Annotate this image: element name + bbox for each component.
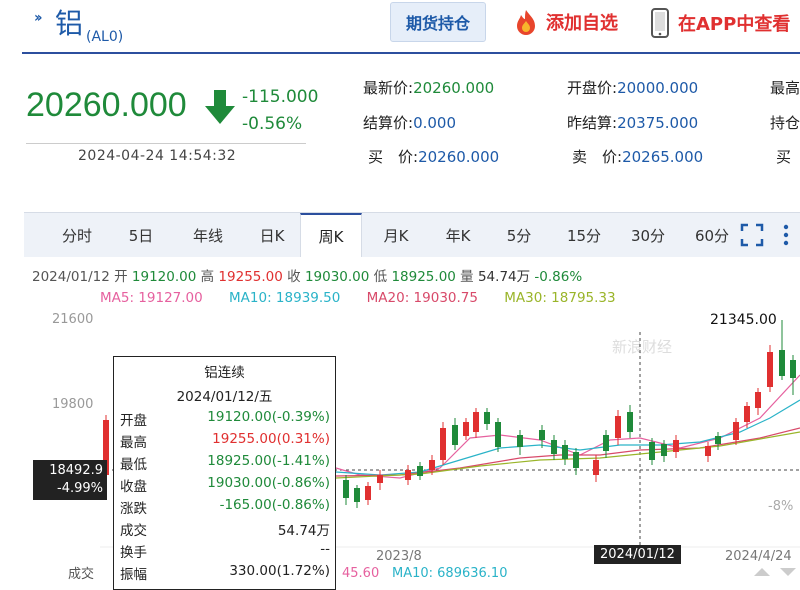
crosshair-date-label: 2024/01/12 <box>594 545 681 564</box>
crosshair-price-label: 18492.9 -4.99% <box>33 460 107 500</box>
collapse-up-icon[interactable] <box>754 568 770 576</box>
volume-ma5-value: 45.60 <box>342 566 379 581</box>
tooltip-row-label: 最低 <box>120 457 147 473</box>
tooltip-row-value: 19120.00(-0.39%) <box>207 409 330 425</box>
view-in-app-button[interactable]: 在APP中查看 <box>650 8 790 38</box>
settle-price-field: 结算价:0.000 <box>363 114 457 132</box>
tab-intraday[interactable]: 分时 <box>52 213 102 257</box>
y-tick-21600: 21600 <box>52 312 93 327</box>
tooltip-row: 开盘 19120.00(-0.39%) <box>120 409 330 431</box>
tooltip-row-value: 19255.00(0.31%) <box>212 431 330 447</box>
tooltip-row: 涨跌 -165.00(-0.86%) <box>120 497 330 519</box>
prev-settle-field: 昨结算:20375.000 <box>567 114 699 132</box>
tooltip-date: 2024/01/12/五 <box>176 389 273 405</box>
tooltip-row-value: 54.74万 <box>277 523 330 539</box>
tooltip-row-label: 最高 <box>120 435 147 451</box>
tooltip-title: 铝连续 <box>204 365 245 381</box>
tooltip-row-label: 收盘 <box>120 479 147 495</box>
high-field: 最高 <box>770 79 800 97</box>
ma10-line <box>335 399 800 476</box>
x-label-2023-8: 2023/8 <box>376 549 422 564</box>
header: ›› 铝 (AL0) 期货持仓 添加自选 在APP中查看 <box>0 0 800 52</box>
timestamp-divider <box>26 143 306 144</box>
tooltip-row: 收盘 19030.00(-0.86%) <box>120 475 330 497</box>
futures-position-button[interactable]: 期货持仓 <box>390 2 486 42</box>
right-pct-label: -8% <box>768 499 793 514</box>
tab-15min[interactable]: 15分 <box>558 213 610 257</box>
change-value: -115.000 <box>242 87 319 107</box>
arrow-down-icon <box>205 90 235 124</box>
watermark: 新浪财经 <box>612 338 672 356</box>
flame-icon <box>517 10 535 35</box>
tooltip-row: 最低 18925.00(-1.41%) <box>120 453 330 475</box>
contract-code: (AL0) <box>86 29 124 45</box>
tab-30min[interactable]: 30分 <box>622 213 674 257</box>
tooltip-row: 成交 54.74万 <box>120 519 330 541</box>
tooltip-row: 换手 -- <box>120 541 330 563</box>
collapse-down-icon[interactable] <box>780 568 796 576</box>
more-options-icon[interactable] <box>780 223 792 247</box>
y-tick-19800: 19800 <box>52 397 93 412</box>
candle-tooltip: 铝连续 2024/01/12/五 开盘 19120.00(-0.39%) 最高 192… <box>113 356 336 590</box>
tooltip-row: 最高 19255.00(0.31%) <box>120 431 330 453</box>
tab-monthly-k[interactable]: 月K <box>368 213 424 257</box>
ma5-line <box>335 374 800 479</box>
tab-5min[interactable]: 5分 <box>494 213 544 257</box>
phone-icon <box>651 8 669 38</box>
page-title: 铝 <box>55 7 84 40</box>
add-favorite-button[interactable]: 添加自选 <box>512 8 618 36</box>
bar-info-line: 2024/01/12 开 19120.00 高 19255.00 收 19030… <box>32 269 583 285</box>
max-price-label: 21345.00 <box>710 312 777 328</box>
tab-year-line[interactable]: 年线 <box>180 213 236 257</box>
tooltip-row-value: -- <box>320 541 330 557</box>
fullscreen-icon[interactable] <box>740 223 764 247</box>
tab-5day[interactable]: 5日 <box>116 213 166 257</box>
tooltip-row-label: 成交 <box>120 523 147 539</box>
tooltip-row-label: 振幅 <box>120 567 147 583</box>
view-in-app-label: 在APP中查看 <box>678 14 791 35</box>
bid-price-field: 买 价:20260.000 <box>368 148 500 166</box>
latest-price-field: 最新价:20260.000 <box>363 79 495 97</box>
x-label-2024-4-24: 2024/4/24 <box>725 549 792 564</box>
volume-ma10-label: MA10: 689636.10 <box>392 566 507 581</box>
add-favorite-label: 添加自选 <box>546 13 618 34</box>
header-divider <box>22 52 800 54</box>
quote-timestamp: 2024-04-24 14:54:32 <box>78 148 237 164</box>
tab-60min[interactable]: 60分 <box>686 213 738 257</box>
last-price: 20260.000 <box>26 86 187 124</box>
open-interest-field: 持仓 <box>770 114 800 132</box>
bid-field-2: 买 <box>776 148 792 166</box>
tab-weekly-k[interactable]: 周K <box>300 213 362 257</box>
tooltip-row: 振幅 330.00(1.72%) <box>120 563 330 585</box>
tooltip-row-label: 开盘 <box>120 413 147 429</box>
tooltip-row-value: 19030.00(-0.86%) <box>207 475 330 491</box>
tooltip-row-label: 换手 <box>120 545 147 561</box>
tooltip-row-value: 330.00(1.72%) <box>229 563 330 579</box>
tab-daily-k[interactable]: 日K <box>244 213 300 257</box>
tooltip-row-value: 18925.00(-1.41%) <box>207 453 330 469</box>
price-change: -115.000 -0.56% <box>242 84 318 138</box>
change-percent: -0.56% <box>242 114 303 134</box>
ask-price-field: 卖 价:20265.000 <box>572 148 704 166</box>
tooltip-row-label: 涨跌 <box>120 501 147 517</box>
double-chevron-icon: ›› <box>34 10 42 26</box>
open-price-field: 开盘价:20000.000 <box>567 79 699 97</box>
volume-label: 成交 <box>68 566 94 582</box>
period-tabs: 分时 5日 年线 日K 周K 月K 年K 5分 15分 30分 60分 <box>24 212 800 257</box>
tooltip-row-value: -165.00(-0.86%) <box>219 497 330 513</box>
tab-yearly-k[interactable]: 年K <box>430 213 486 257</box>
